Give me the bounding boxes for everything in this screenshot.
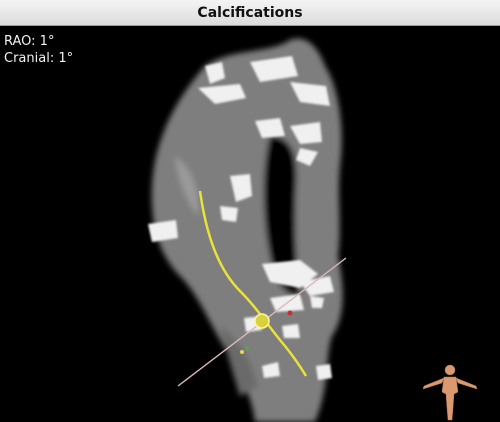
cross-section-marker[interactable] [254, 313, 270, 329]
viewer-window: Calcifications RAO: 1° Cranial: 1° [0, 0, 500, 422]
yellow-marker [240, 350, 244, 354]
cranial-angle-label: Cranial: 1° [4, 51, 74, 66]
human-figure-orientation-icon[interactable] [418, 362, 482, 422]
window-title: Calcifications [0, 0, 500, 26]
green-marker [245, 346, 249, 350]
image-viewport[interactable]: RAO: 1° Cranial: 1° [0, 26, 500, 422]
rao-angle-label: RAO: 1° [4, 34, 55, 49]
red-marker [287, 310, 293, 316]
